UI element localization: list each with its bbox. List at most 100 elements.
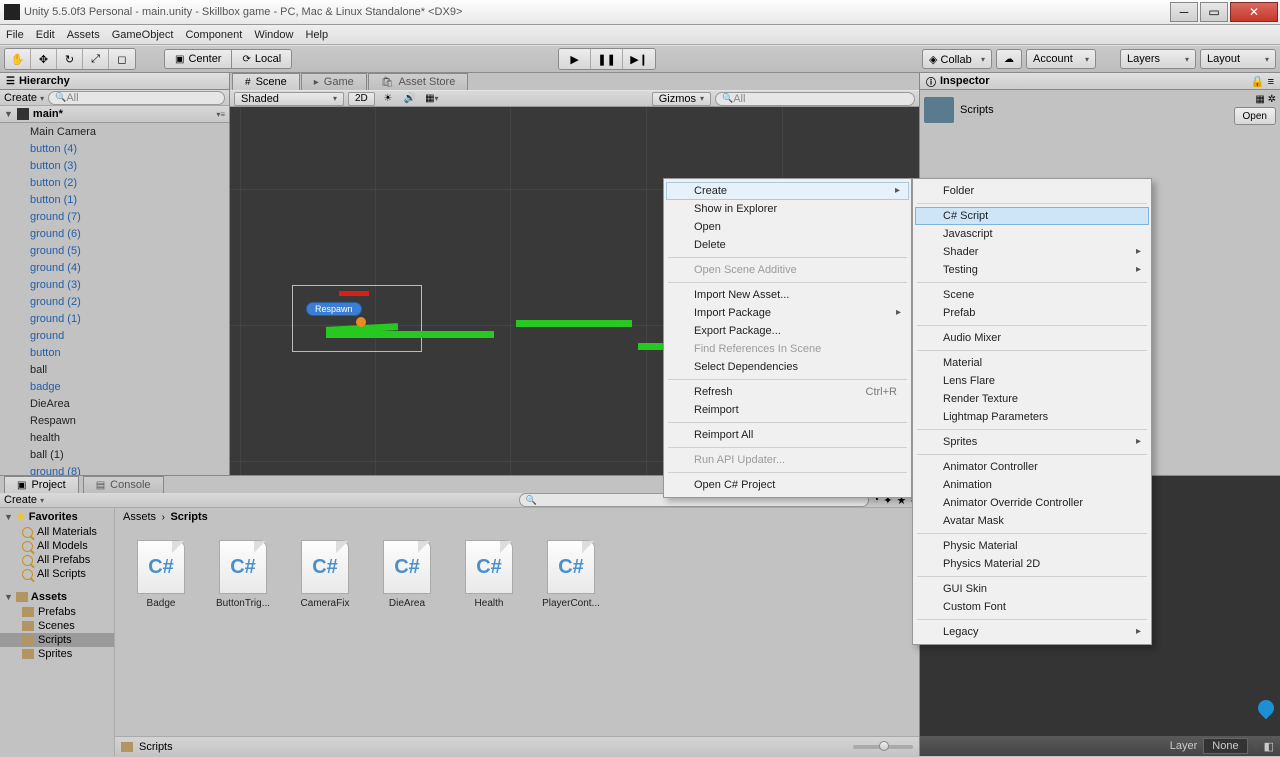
lighting-icon[interactable]: ☀ (379, 92, 397, 106)
menu-item[interactable]: Shader (915, 243, 1149, 261)
fx-icon[interactable]: ▦▾ (423, 92, 441, 106)
inspector-tab[interactable]: ⓘ Inspector 🔒 ≡ (920, 73, 1280, 90)
draw-mode-dropdown[interactable]: Shaded▾ (234, 92, 344, 106)
ground-sprite[interactable] (516, 320, 632, 327)
hierarchy-item[interactable]: ball (1) (0, 447, 229, 464)
play-button[interactable]: ▶ (559, 49, 591, 69)
menu-item[interactable]: Delete (666, 236, 909, 254)
favorite-item[interactable]: All Prefabs (0, 553, 114, 567)
rect-tool[interactable]: ◻ (109, 49, 135, 69)
layer-value[interactable]: None (1203, 738, 1247, 754)
pivot-center-button[interactable]: ▣ Center (164, 49, 232, 69)
account-dropdown[interactable]: Account▾ (1026, 49, 1096, 69)
collab-dropdown[interactable]: ◈ Collab▾ (922, 49, 992, 69)
hierarchy-item[interactable]: ground (2) (0, 294, 229, 311)
assets-folder-item[interactable]: Scripts (0, 633, 114, 647)
menu-item[interactable]: Avatar Mask (915, 512, 1149, 530)
hierarchy-search-input[interactable]: 🔍All (48, 91, 225, 105)
hierarchy-item[interactable]: button (2) (0, 175, 229, 192)
hierarchy-item[interactable]: button (1) (0, 192, 229, 209)
menu-item[interactable]: Lightmap Parameters (915, 408, 1149, 426)
assets-header[interactable]: ▼Assets (0, 589, 114, 605)
maximize-button[interactable]: ▭ (1200, 2, 1228, 22)
hand-tool[interactable]: ✋ (5, 49, 31, 69)
hierarchy-item[interactable]: button (0, 345, 229, 362)
menu-item[interactable]: Animator Controller (915, 458, 1149, 476)
menu-item[interactable]: Sprites (915, 433, 1149, 451)
menu-item[interactable]: Animator Override Controller (915, 494, 1149, 512)
hierarchy-item[interactable]: ground (5) (0, 243, 229, 260)
hierarchy-item[interactable]: badge (0, 379, 229, 396)
slideshow-icon[interactable]: ◧ (1264, 740, 1274, 753)
menu-item[interactable]: Scene (915, 286, 1149, 304)
hierarchy-tab[interactable]: ☰ Hierarchy (0, 73, 229, 90)
menu-item[interactable]: Javascript (915, 225, 1149, 243)
favorite-item[interactable]: All Materials (0, 525, 114, 539)
menu-item[interactable]: Render Texture (915, 390, 1149, 408)
menu-item[interactable]: GUI Skin (915, 580, 1149, 598)
menu-window[interactable]: Window (254, 29, 293, 41)
script-asset[interactable]: C#CameraFix (293, 540, 357, 609)
hierarchy-item[interactable]: ground (7) (0, 209, 229, 226)
menu-item[interactable]: Reimport All (666, 426, 909, 444)
menu-item[interactable]: Testing (915, 261, 1149, 279)
open-button[interactable]: Open (1234, 107, 1276, 125)
hierarchy-item[interactable]: ground (4) (0, 260, 229, 277)
menu-item[interactable]: Show in Explorer (666, 200, 909, 218)
scale-tool[interactable]: ⤢ (83, 49, 109, 69)
menu-item[interactable]: Folder (915, 182, 1149, 200)
tab-project[interactable]: ▣ Project (4, 476, 79, 493)
step-button[interactable]: ▶❙ (623, 49, 655, 69)
favorite-item[interactable]: All Scripts (0, 567, 114, 581)
respawn-label[interactable]: Respawn (306, 302, 362, 316)
hierarchy-item[interactable]: button (4) (0, 141, 229, 158)
hierarchy-item[interactable]: ground (8) (0, 464, 229, 475)
menu-item[interactable]: Create (666, 182, 909, 200)
hierarchy-item[interactable]: ground (1) (0, 311, 229, 328)
diearea-sprite[interactable] (339, 291, 369, 296)
close-button[interactable]: ✕ (1230, 2, 1278, 22)
minimize-button[interactable]: ─ (1170, 2, 1198, 22)
scene-search-input[interactable]: 🔍All (715, 92, 915, 106)
inspector-help-icon[interactable]: ▦ ✲ (1255, 94, 1276, 105)
menu-item[interactable]: Custom Font (915, 598, 1149, 616)
menu-item[interactable]: Open (666, 218, 909, 236)
hierarchy-item[interactable]: ground (0, 328, 229, 345)
move-tool[interactable]: ✥ (31, 49, 57, 69)
audio-icon[interactable]: 🔊 (401, 92, 419, 106)
hierarchy-scene-header[interactable]: ▼main* ▾≡ (0, 106, 229, 123)
gizmos-dropdown[interactable]: Gizmos▾ (652, 92, 711, 106)
scene-options-icon[interactable]: ▾≡ (216, 110, 225, 119)
script-asset[interactable]: C#Badge (129, 540, 193, 609)
script-asset[interactable]: C#PlayerCont... (539, 540, 603, 609)
menu-item[interactable]: RefreshCtrl+R (666, 383, 909, 401)
zoom-slider[interactable] (853, 745, 913, 749)
tab-console[interactable]: ▤ Console (83, 476, 164, 493)
assets-folder-item[interactable]: Sprites (0, 647, 114, 661)
menu-item[interactable]: Material (915, 354, 1149, 372)
script-asset[interactable]: C#DieArea (375, 540, 439, 609)
layout-dropdown[interactable]: Layout▾ (1200, 49, 1276, 69)
favorite-item[interactable]: All Models (0, 539, 114, 553)
assets-folder-item[interactable]: Scenes (0, 619, 114, 633)
tab-scene[interactable]: # Scene (232, 73, 300, 90)
pivot-local-button[interactable]: ⟳ Local (232, 49, 292, 69)
menu-item[interactable]: Animation (915, 476, 1149, 494)
menu-item[interactable]: Prefab (915, 304, 1149, 322)
menu-help[interactable]: Help (305, 29, 328, 41)
menu-item[interactable]: Lens Flare (915, 372, 1149, 390)
assets-folder-item[interactable]: Prefabs (0, 605, 114, 619)
rotate-tool[interactable]: ↻ (57, 49, 83, 69)
hierarchy-item[interactable]: DieArea (0, 396, 229, 413)
notification-icon[interactable] (1255, 697, 1278, 720)
hierarchy-item[interactable]: button (3) (0, 158, 229, 175)
menu-item[interactable]: Import Package (666, 304, 909, 322)
menu-item[interactable]: Legacy (915, 623, 1149, 641)
menu-item[interactable]: Import New Asset... (666, 286, 909, 304)
ball-sprite[interactable] (356, 317, 366, 327)
menu-item[interactable]: Open C# Project (666, 476, 909, 494)
script-asset[interactable]: C#ButtonTrig... (211, 540, 275, 609)
hierarchy-item[interactable]: ground (3) (0, 277, 229, 294)
menu-item[interactable]: Physic Material (915, 537, 1149, 555)
tab-game[interactable]: ▸ Game (301, 73, 367, 90)
